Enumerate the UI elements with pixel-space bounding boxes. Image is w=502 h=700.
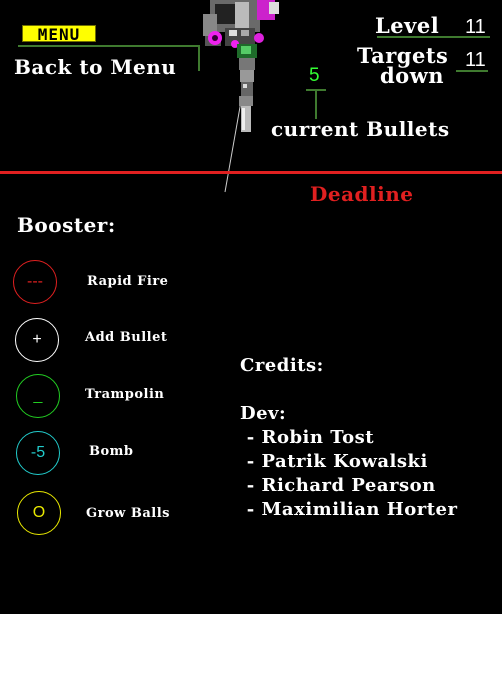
targets-label-down: down	[380, 63, 445, 88]
credits-name: - Richard Pearson	[240, 475, 436, 496]
booster-bomb-icon[interactable]: -5	[16, 431, 60, 475]
booster-trampolin-icon[interactable]: _	[16, 374, 60, 418]
booster-rapid-fire-label: Rapid Fire	[87, 274, 169, 289]
booster-add-bullet-label: Add Bullet	[85, 330, 168, 345]
deadline-line	[0, 171, 502, 174]
credits-name: - Maximilian Horter	[240, 499, 458, 520]
credits-name: - Patrik Kowalski	[240, 451, 428, 472]
booster-grow-balls-label: Grow Balls	[86, 506, 170, 521]
back-to-menu-link[interactable]: Back to Menu	[14, 55, 176, 79]
cannon-turret-icon	[203, 0, 279, 193]
bullets-value: 5	[309, 65, 320, 86]
booster-rapid-fire-icon[interactable]: ---	[13, 260, 57, 304]
level-label: Level	[375, 13, 440, 38]
booster-title: Booster:	[17, 213, 116, 237]
booster-bomb-label: Bomb	[89, 444, 134, 459]
booster-trampolin-label: Trampolin	[85, 387, 165, 402]
targets-underline	[456, 70, 488, 72]
menu-connector-line	[18, 45, 200, 47]
bullets-connector	[315, 89, 317, 119]
booster-grow-balls-icon[interactable]: O	[17, 491, 61, 535]
credits-title: Credits:	[240, 355, 324, 376]
game-canvas: MENU Back to Menu Level 11 Targets down …	[0, 0, 502, 614]
level-underline	[377, 36, 490, 38]
targets-value: 11	[465, 49, 486, 71]
menu-button[interactable]: MENU	[22, 25, 96, 43]
current-bullets-label: current Bullets	[271, 117, 450, 141]
credits-name: - Robin Tost	[240, 427, 375, 448]
deadline-label: Deadline	[310, 182, 414, 206]
credits-dev-label: Dev:	[240, 403, 287, 424]
booster-add-bullet-icon[interactable]: +	[15, 318, 59, 362]
